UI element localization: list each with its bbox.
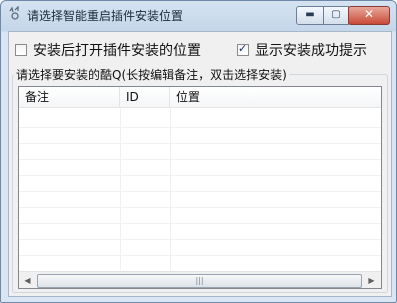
title-bar[interactable]: 请选择智能重启插件安装位置 ▬ ▢ ✕ (1, 1, 396, 29)
maximize-icon: ▢ (331, 9, 341, 20)
column-header-id[interactable]: ID (120, 87, 170, 107)
row-divider (19, 191, 381, 192)
open-location-option[interactable]: 安装后打开插件安装的位置 (15, 40, 201, 60)
list-header: 备注 ID 位置 (19, 87, 381, 108)
column-divider (120, 108, 121, 270)
row-divider (19, 143, 381, 144)
scroll-left-icon[interactable]: ◀ (19, 272, 36, 288)
row-divider (19, 175, 381, 176)
app-icon (9, 6, 19, 20)
group-label: 请选择要安装的酷Q(长按编辑备注，双击选择安装) (14, 66, 289, 83)
open-location-label: 安装后打开插件安装的位置 (33, 43, 201, 59)
row-divider (19, 255, 381, 256)
maximize-button[interactable]: ▢ (323, 6, 349, 25)
minimize-button[interactable]: ▬ (296, 6, 324, 25)
column-header-remark[interactable]: 备注 (19, 87, 120, 107)
open-location-checkbox[interactable] (15, 44, 27, 56)
close-button[interactable]: ✕ (348, 6, 390, 25)
row-divider (19, 159, 381, 160)
show-success-checkbox[interactable] (237, 42, 249, 56)
window-title: 请选择智能重启插件安装位置 (27, 9, 184, 23)
horizontal-scrollbar[interactable]: ◀ ||| ▶ (19, 271, 381, 288)
column-divider (170, 108, 171, 270)
show-success-option[interactable]: 显示安装成功提示 (237, 40, 367, 60)
scroll-right-icon[interactable]: ▶ (363, 272, 380, 288)
install-target-list[interactable]: 备注 ID 位置 ◀ ||| ▶ (18, 86, 382, 289)
dialog-body: 安装后打开插件安装的位置 显示安装成功提示 请选择要安装的酷Q(长按编辑备注，双… (8, 31, 392, 297)
row-divider (19, 207, 381, 208)
show-success-label: 显示安装成功提示 (255, 43, 367, 59)
row-divider (19, 239, 381, 240)
row-divider (19, 223, 381, 224)
row-divider (19, 127, 381, 128)
close-icon: ✕ (363, 7, 375, 21)
scrollbar-thumb[interactable]: ||| (37, 274, 362, 288)
list-rows[interactable] (19, 108, 381, 270)
minimize-icon: ▬ (305, 9, 315, 20)
column-header-location[interactable]: 位置 (170, 87, 381, 107)
dialog-window: 请选择智能重启插件安装位置 ▬ ▢ ✕ 安装后打开插件安装的位置 显示安装成功提… (0, 0, 397, 303)
grip-icon: ||| (195, 276, 204, 285)
